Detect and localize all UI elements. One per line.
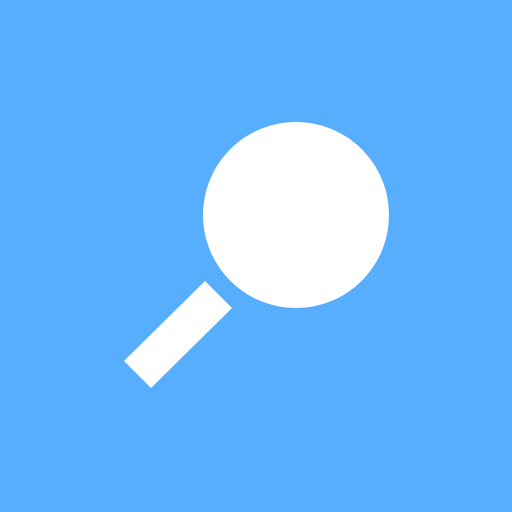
handle-bar bbox=[124, 281, 232, 388]
magnifying-glass-icon bbox=[124, 122, 389, 388]
lens-circle bbox=[203, 122, 389, 308]
app-icon-tile bbox=[0, 0, 512, 512]
